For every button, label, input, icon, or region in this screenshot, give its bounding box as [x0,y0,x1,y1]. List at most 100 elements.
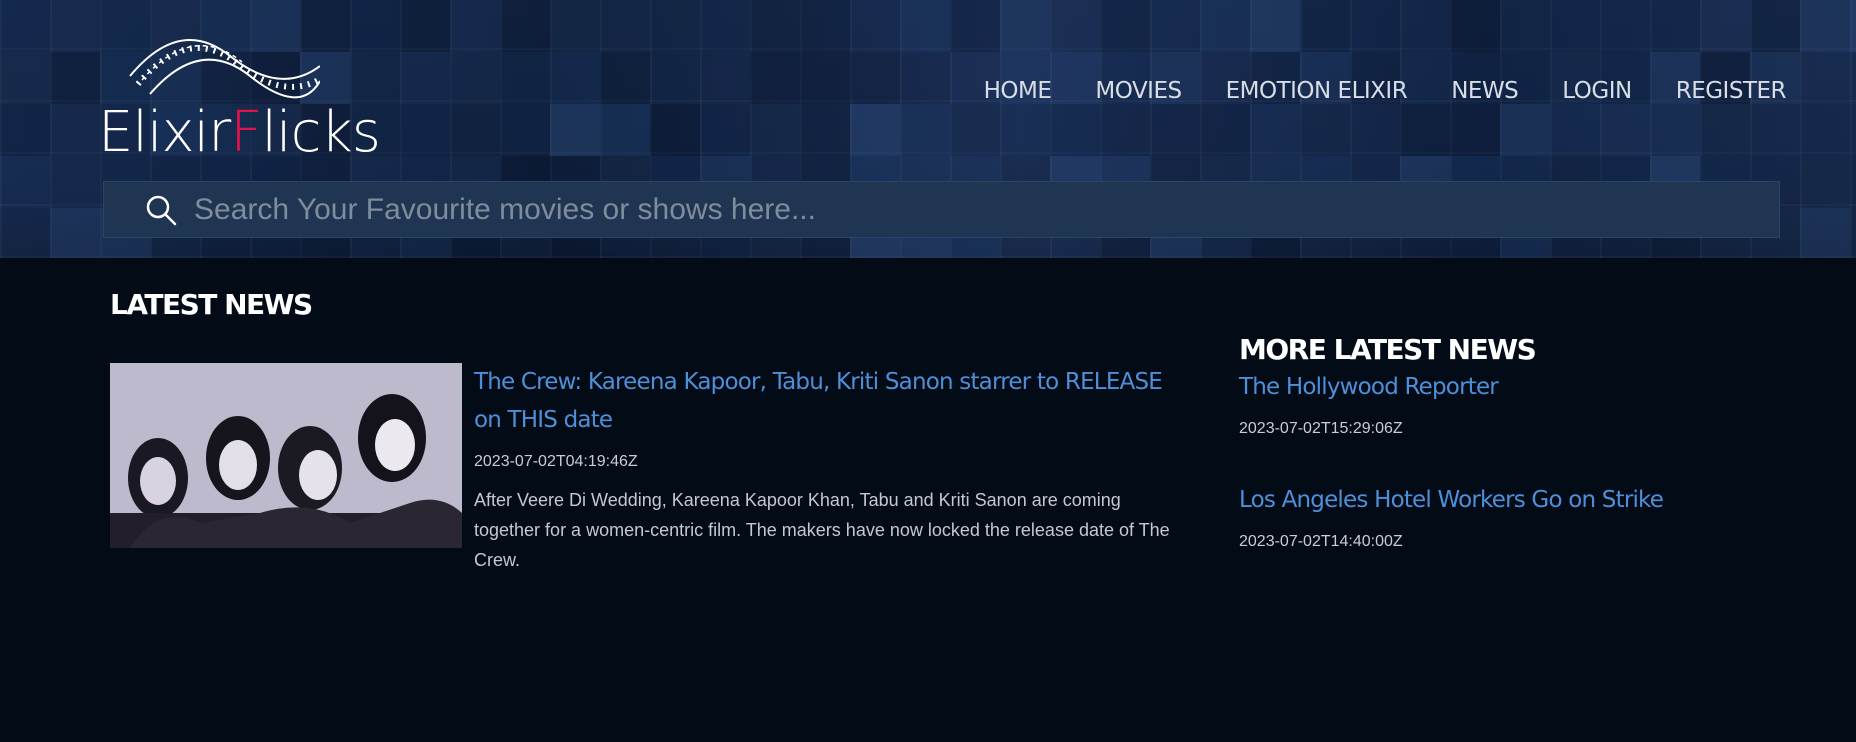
more-news-item: The Hollywood Reporter 2023-07-02T15:29:… [1239,374,1499,438]
poster-tile [400,0,450,52]
poster-tile [1600,0,1650,52]
more-news-date: 2023-07-02T14:40:00Z [1239,533,1403,550]
poster-tile [650,0,700,52]
nav-register[interactable]: REGISTER [1676,78,1787,104]
poster-tile [1500,104,1550,156]
poster-tile [1150,104,1200,156]
poster-tile [1850,208,1856,258]
poster-tile [850,0,900,52]
poster-tile [1050,104,1100,156]
poster-tile [700,104,750,156]
poster-tile [50,156,100,208]
poster-tile [1050,0,1100,52]
more-news-item: Los Angeles Hotel Workers Go on Strike 2… [1239,487,1664,551]
latest-news-heading: LATEST NEWS [110,288,313,321]
article-photo [110,363,462,548]
poster-tile [1700,0,1750,52]
poster-tile [550,104,600,156]
poster-tile [450,104,500,156]
poster-tile [1300,0,1350,52]
poster-tile [0,52,50,104]
poster-tile [500,104,550,156]
nav-movies[interactable]: MOVIES [1095,78,1182,104]
article-description: After Veere Di Wedding, Kareena Kapoor K… [474,490,1170,570]
poster-tile [800,0,850,52]
poster-tile [1550,104,1600,156]
poster-tile [1250,0,1300,52]
poster-tile [1850,0,1856,52]
poster-tile [1300,104,1350,156]
poster-tile [800,104,850,156]
poster-tile [450,0,500,52]
poster-tile [50,52,100,104]
more-latest-news-heading: MORE LATEST NEWS [1239,333,1537,366]
poster-tile [650,52,700,104]
poster-tile [800,52,850,104]
nav-login[interactable]: LOGIN [1562,78,1632,104]
poster-tile [750,104,800,156]
search-icon[interactable] [144,193,178,227]
poster-tile [1850,156,1856,208]
poster-tile [0,208,50,258]
poster-tile [600,0,650,52]
poster-tile [1350,104,1400,156]
site-logo[interactable]: ElixirFlicks [96,22,386,165]
main-nav: HOME MOVIES EMOTION ELIXIR NEWS LOGIN RE… [940,78,1787,104]
article-date: 2023-07-02T04:19:46Z [474,453,638,470]
poster-tile [950,104,1000,156]
film-reel-icon [129,39,320,99]
poster-tile [400,52,450,104]
poster-tile [1350,0,1400,52]
poster-tile [0,104,50,156]
poster-tile [1400,0,1450,52]
poster-tile [700,52,750,104]
poster-tile [1100,104,1150,156]
nav-emotion-elixir[interactable]: EMOTION ELIXIR [1226,78,1408,104]
poster-tile [1750,104,1800,156]
more-news-headline-link[interactable]: The Hollywood Reporter [1239,374,1499,400]
poster-tile [700,0,750,52]
poster-tile [50,104,100,156]
poster-tile [650,104,700,156]
poster-tile [550,0,600,52]
poster-tile [1450,104,1500,156]
poster-tile [1150,0,1200,52]
search-input[interactable] [194,182,1779,237]
poster-tile [1800,52,1850,104]
poster-tile [1850,52,1856,104]
more-news-headline-link[interactable]: Los Angeles Hotel Workers Go on Strike [1239,487,1664,513]
poster-tile [1800,0,1850,52]
poster-tile [50,208,100,258]
poster-tile [950,0,1000,52]
poster-tile [1600,104,1650,156]
nav-news[interactable]: NEWS [1451,78,1519,104]
poster-tile [1450,0,1500,52]
article-headline-link[interactable]: The Crew: Kareena Kapoor, Tabu, Kriti Sa… [474,363,1180,439]
poster-tile [1000,0,1050,52]
poster-tile [600,52,650,104]
poster-tile [400,104,450,156]
poster-tile [1850,104,1856,156]
poster-tile [1000,104,1050,156]
poster-tile [1500,0,1550,52]
search-bar [103,181,1780,238]
poster-tile [500,52,550,104]
poster-tile [750,0,800,52]
poster-tile [0,0,50,52]
poster-tile [0,156,50,208]
nav-home[interactable]: HOME [984,78,1052,104]
poster-tile [450,52,500,104]
poster-tile [1400,104,1450,156]
poster-tile [1100,0,1150,52]
poster-tile [1200,0,1250,52]
article-image[interactable] [110,363,462,548]
poster-tile [900,0,950,52]
poster-tile [550,52,600,104]
poster-tile [600,104,650,156]
poster-tile [900,104,950,156]
more-news-date: 2023-07-02T15:29:06Z [1239,420,1403,437]
poster-tile [1650,0,1700,52]
article-body: The Crew: Kareena Kapoor, Tabu, Kriti Sa… [474,363,1180,575]
poster-tile [1550,0,1600,52]
poster-tile [1800,104,1850,156]
